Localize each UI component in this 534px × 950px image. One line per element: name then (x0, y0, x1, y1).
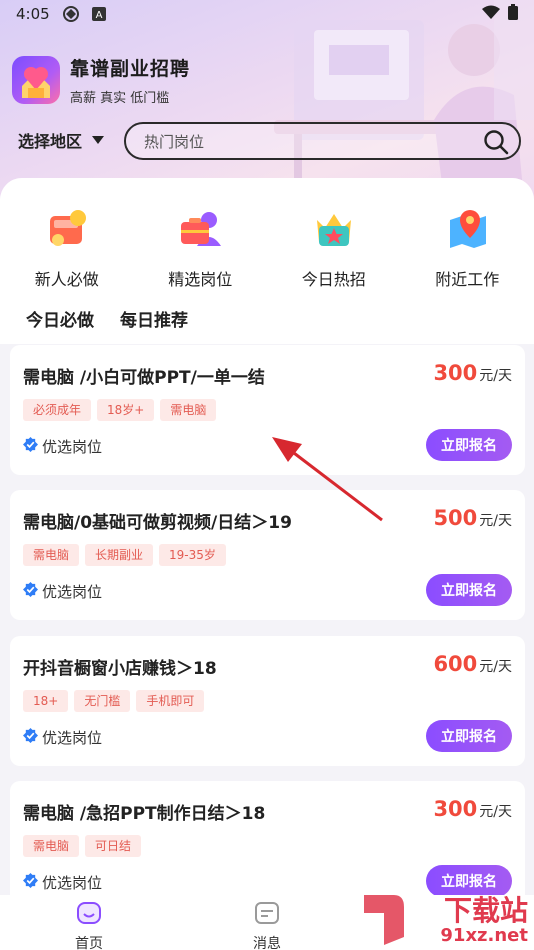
quick-item-nearby[interactable]: 附近工作 (401, 206, 534, 290)
job-salary: 300 元/天 (433, 797, 512, 821)
vpn-icon (62, 5, 80, 23)
search-icon[interactable] (483, 129, 509, 159)
job-title: 开抖音橱窗小店赚钱＞18 (23, 659, 217, 679)
search-input[interactable]: 热门岗位 (124, 122, 521, 160)
quick-menu: 新人必做 精选岗位 今日热招 附近工作 (0, 206, 534, 290)
feed-tabs: 今日必做 每日推荐 (26, 306, 188, 334)
job-tag: 可日结 (85, 835, 142, 857)
app-brand: 靠谱副业招聘 高薪 真实 低门槛 (12, 54, 190, 106)
job-tag: 需电脑 (23, 835, 80, 857)
job-salary: 300 元/天 (433, 361, 512, 385)
app-slogan: 高薪 真实 低门槛 (70, 91, 170, 106)
job-tag: 长期副业 (85, 544, 154, 566)
home-icon (76, 901, 102, 929)
job-tag: 19-35岁 (159, 544, 226, 566)
message-icon (254, 901, 280, 929)
job-tag: 18岁+ (97, 399, 155, 421)
verified-check-icon (23, 582, 38, 601)
verified-check-icon (23, 437, 38, 456)
svg-text:A: A (95, 10, 102, 21)
wifi-icon (482, 5, 500, 23)
verified-badge: 优选岗位 (23, 727, 102, 748)
region-selector[interactable]: 选择地区 (18, 128, 105, 152)
status-time: 4:05 (16, 5, 50, 23)
verified-check-icon (23, 728, 38, 747)
briefcase-person-icon (177, 206, 223, 252)
verified-badge: 优选岗位 (23, 872, 102, 893)
site-watermark: 下载站 91xz.net (354, 885, 534, 950)
watermark-logo-icon (364, 895, 404, 945)
status-bar: 4:05 A (0, 0, 534, 28)
apply-button[interactable]: 立即报名 (426, 429, 512, 461)
wallet-coin-icon (44, 206, 90, 252)
region-label: 选择地区 (18, 132, 83, 151)
job-card[interactable]: 开抖音橱窗小店赚钱＞18 600 元/天 18+ 无门槛 手机即可 优选岗位 立… (10, 636, 525, 766)
search-placeholder: 热门岗位 (144, 132, 205, 151)
nav-home[interactable]: 首页 (0, 895, 178, 950)
verified-badge: 优选岗位 (23, 581, 102, 602)
apply-button[interactable]: 立即报名 (426, 574, 512, 606)
job-tag: 需电脑 (160, 399, 217, 421)
quick-item-selected[interactable]: 精选岗位 (134, 206, 268, 290)
map-pin-icon (444, 206, 490, 252)
quick-item-hot[interactable]: 今日热招 (267, 206, 401, 290)
verified-badge: 优选岗位 (23, 436, 102, 457)
job-salary: 600 元/天 (433, 652, 512, 676)
app-logo (12, 56, 60, 104)
app-notification-icon: A (91, 7, 106, 21)
job-card[interactable]: 需电脑/0基础可做剪视频/日结＞19 500 元/天 需电脑 长期副业 19-3… (10, 490, 525, 620)
job-tag: 手机即可 (136, 690, 205, 712)
verified-check-icon (23, 873, 38, 892)
job-tags: 18+ 无门槛 手机即可 (23, 690, 205, 712)
job-tags: 必须成年 18岁+ 需电脑 (23, 399, 217, 421)
crown-star-icon (311, 206, 357, 252)
job-tag: 需电脑 (23, 544, 80, 566)
job-title: 需电脑 /小白可做PPT/一单一结 (23, 368, 265, 388)
watermark-url: 91xz.net (440, 925, 528, 946)
job-salary: 500 元/天 (433, 506, 512, 530)
job-card[interactable]: 需电脑 /小白可做PPT/一单一结 300 元/天 必须成年 18岁+ 需电脑 … (10, 345, 525, 475)
job-tag: 18+ (23, 690, 69, 712)
job-title: 需电脑 /急招PPT制作日结＞18 (23, 804, 266, 824)
job-tag: 必须成年 (23, 399, 92, 421)
caret-down-icon (92, 136, 105, 144)
tab-today[interactable]: 今日必做 (26, 306, 94, 334)
apply-button[interactable]: 立即报名 (426, 720, 512, 752)
battery-icon (508, 4, 518, 24)
job-tag: 无门槛 (74, 690, 131, 712)
quick-item-newbie[interactable]: 新人必做 (0, 206, 134, 290)
tab-daily-recommend[interactable]: 每日推荐 (120, 306, 188, 331)
job-title: 需电脑/0基础可做剪视频/日结＞19 (23, 513, 292, 533)
nav-messages[interactable]: 消息 (178, 895, 356, 950)
job-tags: 需电脑 长期副业 19-35岁 (23, 544, 226, 566)
job-tags: 需电脑 可日结 (23, 835, 142, 857)
desk-illustration (274, 0, 534, 200)
watermark-title: 下载站 (443, 894, 528, 927)
app-title: 靠谱副业招聘 (70, 58, 191, 80)
